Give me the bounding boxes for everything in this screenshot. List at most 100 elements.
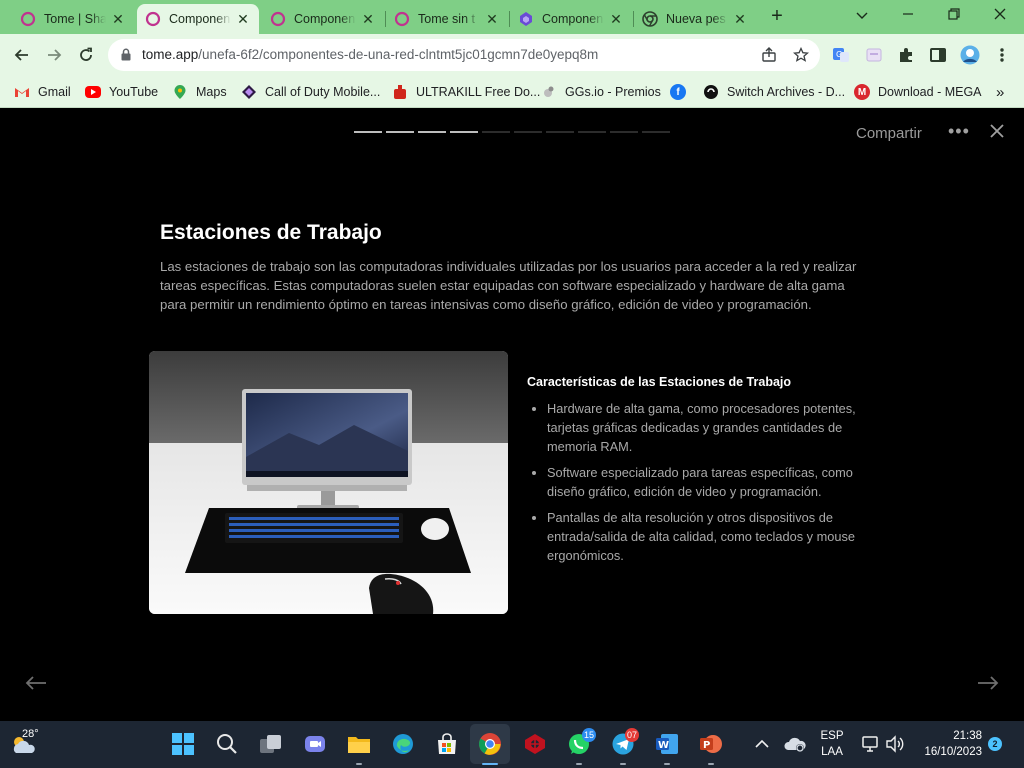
extensions-puzzle-icon[interactable] bbox=[896, 45, 916, 65]
progress-segment[interactable] bbox=[386, 131, 414, 133]
progress-segment[interactable] bbox=[610, 131, 638, 133]
bookmark-ggs[interactable]: GGs.io - Premios bbox=[541, 82, 661, 102]
close-tab-icon[interactable]: ✕ bbox=[484, 11, 500, 28]
list-item: Software especializado para tareas espec… bbox=[547, 463, 857, 501]
svg-text:W: W bbox=[658, 740, 669, 751]
bookmark-label: YouTube bbox=[109, 85, 159, 99]
forward-button[interactable] bbox=[41, 42, 67, 68]
maps-icon bbox=[172, 84, 188, 100]
bookmark-gmail[interactable]: Gmail bbox=[14, 82, 71, 102]
language-indicator-bottom[interactable]: LAA bbox=[817, 746, 847, 758]
bookmark-maps[interactable]: Maps bbox=[172, 82, 227, 102]
progress-segment[interactable] bbox=[354, 131, 382, 133]
running-indicator bbox=[576, 763, 582, 765]
url-path: /unefa-6f2/componentes-de-una-red-clntmt… bbox=[198, 47, 599, 62]
gamma-icon bbox=[518, 11, 534, 27]
close-presentation-icon[interactable] bbox=[989, 123, 1005, 144]
search-icon[interactable] bbox=[213, 730, 241, 758]
teams-chat-icon[interactable] bbox=[301, 730, 329, 758]
edge-icon[interactable] bbox=[389, 730, 417, 758]
browser-tab[interactable]: Tome sin t ✕ bbox=[386, 4, 508, 34]
tab-title: Componen bbox=[542, 12, 604, 26]
progress-segment[interactable] bbox=[514, 131, 542, 133]
game-app-icon[interactable] bbox=[521, 730, 549, 758]
codm-icon bbox=[241, 84, 257, 100]
progress-segment[interactable] bbox=[642, 131, 670, 133]
clock-date[interactable]: 16/10/2023 bbox=[912, 746, 982, 758]
notification-badge[interactable]: 2 bbox=[988, 737, 1002, 751]
features-title: Características de las Estaciones de Tra… bbox=[527, 375, 792, 389]
browser-tab[interactable]: Componen ✕ bbox=[510, 4, 632, 34]
progress-segment[interactable] bbox=[578, 131, 606, 133]
browser-tab[interactable]: Nueva pes ✕ bbox=[634, 4, 756, 34]
bookmarks-bar: Gmail YouTube Maps Call of Duty Mobile..… bbox=[0, 76, 1024, 108]
browser-tab[interactable]: Componen ✕ bbox=[262, 4, 384, 34]
progress-segment[interactable] bbox=[482, 131, 510, 133]
close-tab-icon[interactable]: ✕ bbox=[608, 11, 624, 28]
chrome-menu-icon[interactable] bbox=[992, 45, 1012, 65]
volume-icon[interactable] bbox=[881, 730, 909, 758]
clock-time[interactable]: 21:38 bbox=[918, 730, 982, 742]
bookmark-facebook[interactable]: f bbox=[670, 82, 694, 102]
powerpoint-icon[interactable]: P bbox=[697, 730, 725, 758]
new-tab-button[interactable]: + bbox=[766, 6, 788, 28]
more-options-button[interactable]: ••• bbox=[948, 121, 970, 142]
browser-tab-active[interactable]: Componen ✕ bbox=[137, 4, 259, 34]
profile-avatar[interactable] bbox=[960, 45, 980, 65]
bookmark-star-icon[interactable] bbox=[792, 46, 810, 64]
address-bar[interactable]: tome.app/unefa-6f2/componentes-de-una-re… bbox=[108, 39, 820, 71]
back-button[interactable] bbox=[9, 42, 35, 68]
close-tab-icon[interactable]: ✕ bbox=[110, 11, 126, 28]
browser-toolbar: tome.app/unefa-6f2/componentes-de-una-re… bbox=[0, 34, 1024, 76]
tome-icon bbox=[270, 11, 286, 27]
progress-segment[interactable] bbox=[450, 131, 478, 133]
close-window-button[interactable] bbox=[978, 4, 1022, 30]
task-view-icon[interactable] bbox=[257, 730, 285, 758]
features-list: Hardware de alta gama, como procesadores… bbox=[527, 399, 857, 565]
bookmark-ultrakill[interactable]: ULTRAKILL Free Do... bbox=[392, 82, 540, 102]
language-indicator-top[interactable]: ESP bbox=[817, 730, 847, 742]
lock-icon[interactable] bbox=[120, 48, 132, 66]
previous-slide-arrow-icon[interactable] bbox=[25, 675, 47, 696]
word-icon[interactable]: W bbox=[653, 730, 681, 758]
close-tab-icon[interactable]: ✕ bbox=[732, 11, 748, 28]
close-tab-icon[interactable]: ✕ bbox=[360, 11, 376, 28]
bookmark-call-of-duty[interactable]: Call of Duty Mobile... bbox=[241, 82, 380, 102]
progress-segment[interactable] bbox=[546, 131, 574, 133]
side-panel-icon[interactable] bbox=[928, 45, 948, 65]
close-tab-icon[interactable]: ✕ bbox=[235, 11, 251, 28]
share-page-icon[interactable] bbox=[760, 46, 778, 64]
translate-extension-icon[interactable]: G bbox=[831, 45, 851, 65]
file-explorer-icon[interactable] bbox=[345, 730, 373, 758]
restore-button[interactable] bbox=[932, 4, 976, 30]
microsoft-store-icon[interactable] bbox=[433, 730, 461, 758]
progress-segment[interactable] bbox=[418, 131, 446, 133]
tab-search-button[interactable] bbox=[840, 4, 884, 30]
bookmark-mega[interactable]: M Download - MEGA bbox=[854, 82, 982, 102]
browser-tab[interactable]: Tome | Sha ✕ bbox=[12, 4, 134, 34]
reload-button[interactable] bbox=[73, 42, 99, 68]
url-host: tome.app bbox=[142, 47, 199, 62]
bookmark-label: Download - MEGA bbox=[878, 85, 982, 99]
gmail-icon bbox=[14, 84, 30, 100]
url-text: tome.app/unefa-6f2/componentes-de-una-re… bbox=[142, 47, 598, 62]
start-button[interactable] bbox=[169, 730, 197, 758]
show-hidden-icons-chevron-icon[interactable] bbox=[748, 730, 776, 758]
slide-progress bbox=[354, 131, 670, 133]
onedrive-cloud-icon[interactable] bbox=[781, 730, 809, 758]
next-slide-arrow-icon[interactable] bbox=[977, 675, 999, 696]
running-indicator bbox=[620, 763, 626, 765]
bookmark-switch-archives[interactable]: Switch Archives - D... bbox=[703, 82, 845, 102]
tome-icon bbox=[145, 11, 161, 27]
chrome-icon bbox=[642, 11, 658, 27]
tab-strip: Tome | Sha ✕ Componen ✕ Componen ✕ Tome … bbox=[0, 0, 1024, 34]
tab-title: Nueva pes bbox=[666, 12, 726, 26]
whatsapp-badge: 15 bbox=[582, 728, 597, 742]
chrome-taskbar-icon[interactable] bbox=[476, 730, 504, 758]
bookmarks-overflow-button[interactable]: » bbox=[996, 82, 1004, 102]
running-indicator bbox=[356, 763, 362, 765]
bookmark-youtube[interactable]: YouTube bbox=[85, 82, 158, 102]
share-button[interactable]: Compartir bbox=[856, 125, 922, 142]
minimize-button[interactable] bbox=[886, 4, 930, 30]
extension-icon[interactable] bbox=[864, 45, 884, 65]
